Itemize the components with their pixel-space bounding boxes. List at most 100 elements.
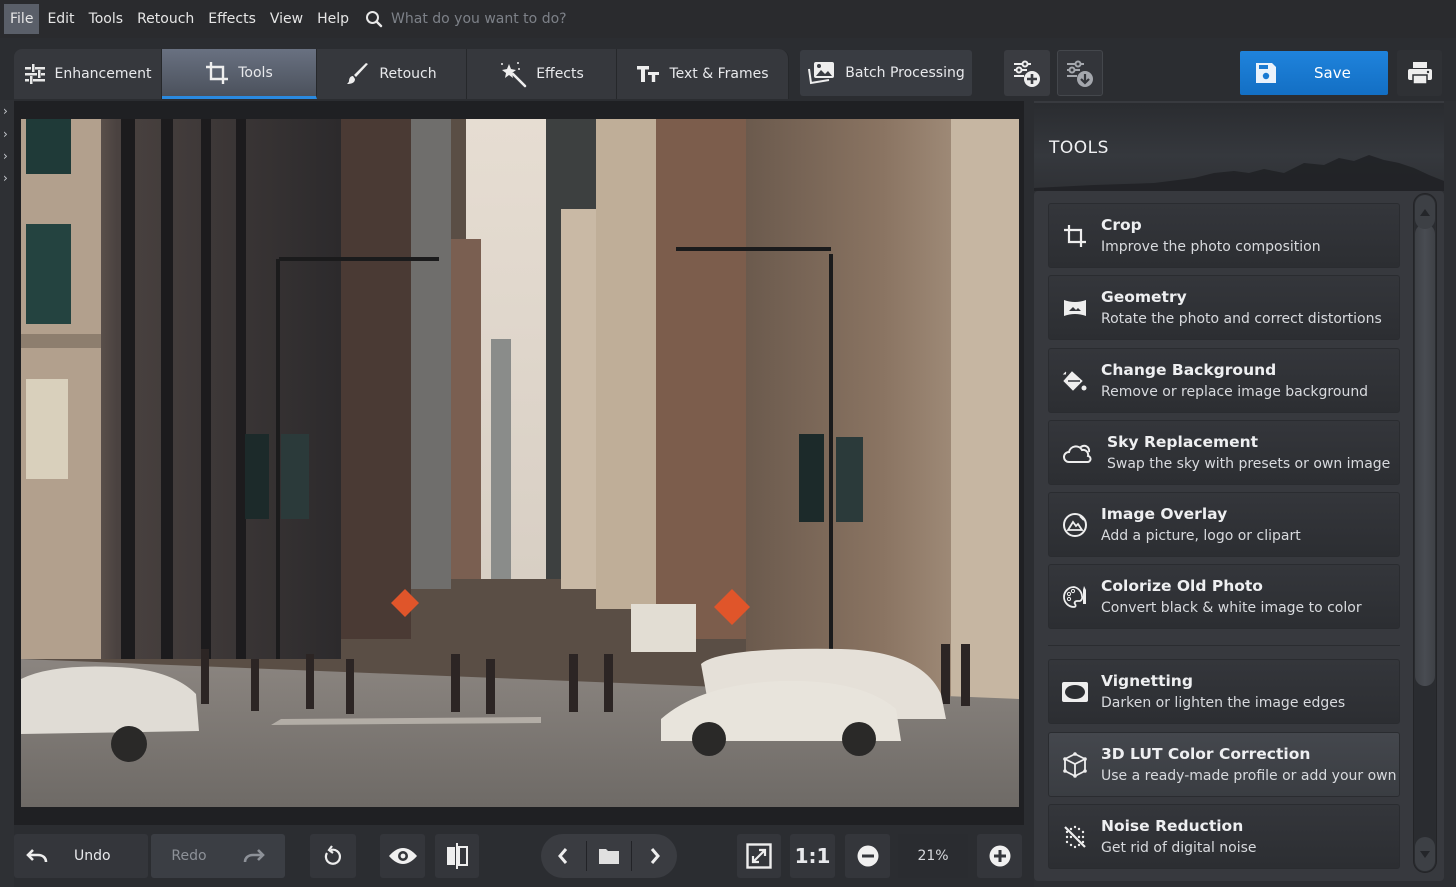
tool-name: Change Background [1101,360,1277,379]
geometry-icon [1064,299,1086,316]
menu-retouch[interactable]: Retouch [131,4,200,34]
minus-circle-icon [857,845,878,867]
plus-circle-icon [989,845,1010,867]
magic-wand-icon [501,62,527,88]
main-tabs: Enhancement Tools Retouch Effects Text &… [14,49,789,99]
menu-help[interactable]: Help [311,4,355,34]
noise-icon [1064,825,1086,848]
open-folder-button[interactable] [587,834,632,878]
expand-arrow-icon[interactable]: › [3,149,8,163]
tool-description: Remove or replace image background [1101,383,1369,400]
zoom-in-button[interactable] [977,834,1022,878]
tab-enhancement[interactable]: Enhancement [14,49,162,99]
crop-icon [206,61,229,84]
text-icon [637,66,660,82]
tab-text-frames[interactable]: Text & Frames [617,49,789,99]
menu-effects[interactable]: Effects [202,4,262,34]
tool-vignetting[interactable]: Vignetting Darken or lighten the image ed… [1048,659,1400,724]
tab-effects[interactable]: Effects [467,49,617,99]
redo-icon [243,849,265,863]
tools-list: Crop Improve the photo composition Geomet… [1034,191,1444,881]
cloud-icon [1063,444,1092,463]
tool-name: Sky Replacement [1107,432,1259,451]
cube-icon [1063,751,1087,778]
fit-to-screen-button[interactable] [737,834,781,878]
menu-bar: File Edit Tools Retouch Effects View Hel… [0,0,1456,38]
tool-sky-replacement[interactable]: Sky Replacement Swap the sky with presets… [1048,420,1400,485]
city-street-photo [21,119,1019,807]
menu-edit[interactable]: Edit [41,4,80,34]
photo-navigator [541,834,677,878]
tool-colorize-old-photo[interactable]: Colorize Old Photo Convert black & white … [1048,564,1400,629]
tool-crop[interactable]: Crop Improve the photo composition [1048,203,1400,268]
palette-icon [1063,585,1086,608]
photo-preview[interactable] [21,119,1019,807]
tool-3d-lut[interactable]: 3D LUT Color Correction Use a ready-made … [1048,732,1400,797]
tool-group-divider [1048,645,1400,646]
tab-label: Text & Frames [669,66,769,82]
scroll-down-button[interactable] [1415,837,1435,871]
tool-noise-reduction[interactable]: Noise Reduction Get rid of digital noise [1048,804,1400,869]
triangle-up-icon [1420,208,1430,216]
tab-label: Enhancement [54,66,152,82]
zoom-level[interactable]: 21% [898,834,968,878]
previous-photo-button[interactable] [541,834,586,878]
menu-view[interactable]: View [264,4,309,34]
print-button[interactable] [1397,50,1442,96]
actual-size-label: 1:1 [794,844,831,868]
tool-name: Noise Reduction [1101,816,1244,835]
save-button[interactable]: Save [1240,51,1388,95]
rotate-reset-icon [324,845,342,865]
chevron-right-icon [650,848,660,864]
batch-processing-button[interactable]: Batch Processing [800,50,972,96]
load-preset-button[interactable] [1057,50,1103,96]
menu-tools[interactable]: Tools [83,4,130,34]
reset-button[interactable] [310,834,356,878]
tool-name: Geometry [1101,287,1187,306]
tool-description: Improve the photo composition [1101,238,1321,255]
tools-panel: TOOLS Crop Improve the photo composition … [1034,101,1456,887]
preview-before-button[interactable] [380,834,425,878]
tools-panel-header: TOOLS [1034,101,1444,191]
tool-name: Vignetting [1101,671,1193,690]
next-photo-button[interactable] [632,834,677,878]
menu-file[interactable]: File [4,4,40,34]
download-preset-icon [1067,60,1093,87]
tab-retouch[interactable]: Retouch [317,49,467,99]
search-icon [366,11,383,28]
brush-icon [347,63,369,84]
scrollbar-thumb[interactable] [1415,224,1435,686]
tool-name: Colorize Old Photo [1101,576,1263,595]
add-preset-button[interactable] [1004,50,1050,96]
tool-name: Image Overlay [1101,504,1228,523]
compare-icon [447,843,468,869]
tool-image-overlay[interactable]: Image Overlay Add a picture, logo or clip… [1048,492,1400,557]
expand-arrow-icon[interactable]: › [3,171,8,185]
tool-description: Swap the sky with presets or own image [1107,455,1391,472]
tab-tools[interactable]: Tools [162,49,317,99]
tools-scrollbar[interactable] [1413,193,1437,873]
tool-geometry[interactable]: Geometry Rotate the photo and correct dis… [1048,275,1400,340]
photo-editor-window: File Edit Tools Retouch Effects View Hel… [0,0,1456,887]
triangle-down-icon [1420,850,1430,858]
tool-description: Use a ready-made profile or add your own [1101,767,1397,784]
scroll-up-button[interactable] [1415,195,1435,229]
actual-size-button[interactable]: 1:1 [790,834,835,878]
expand-arrow-icon[interactable]: › [3,127,8,141]
paint-bucket-icon [1062,370,1087,391]
fit-screen-icon [746,843,772,869]
undo-label: Undo [74,848,111,864]
expand-arrow-icon[interactable]: › [3,104,8,118]
zoom-out-button[interactable] [845,834,890,878]
redo-button[interactable]: Redo [151,834,285,878]
compare-split-button[interactable] [435,834,479,878]
search-input[interactable] [391,11,652,27]
eye-icon [388,848,417,864]
folder-icon [599,849,619,864]
save-label: Save [1314,64,1351,82]
command-search [365,10,652,28]
tool-description: Convert black & white image to color [1101,599,1362,616]
undo-button[interactable]: Undo [14,834,148,878]
tool-name: Crop [1101,215,1142,234]
tool-change-background[interactable]: Change Background Remove or replace image… [1048,348,1400,413]
